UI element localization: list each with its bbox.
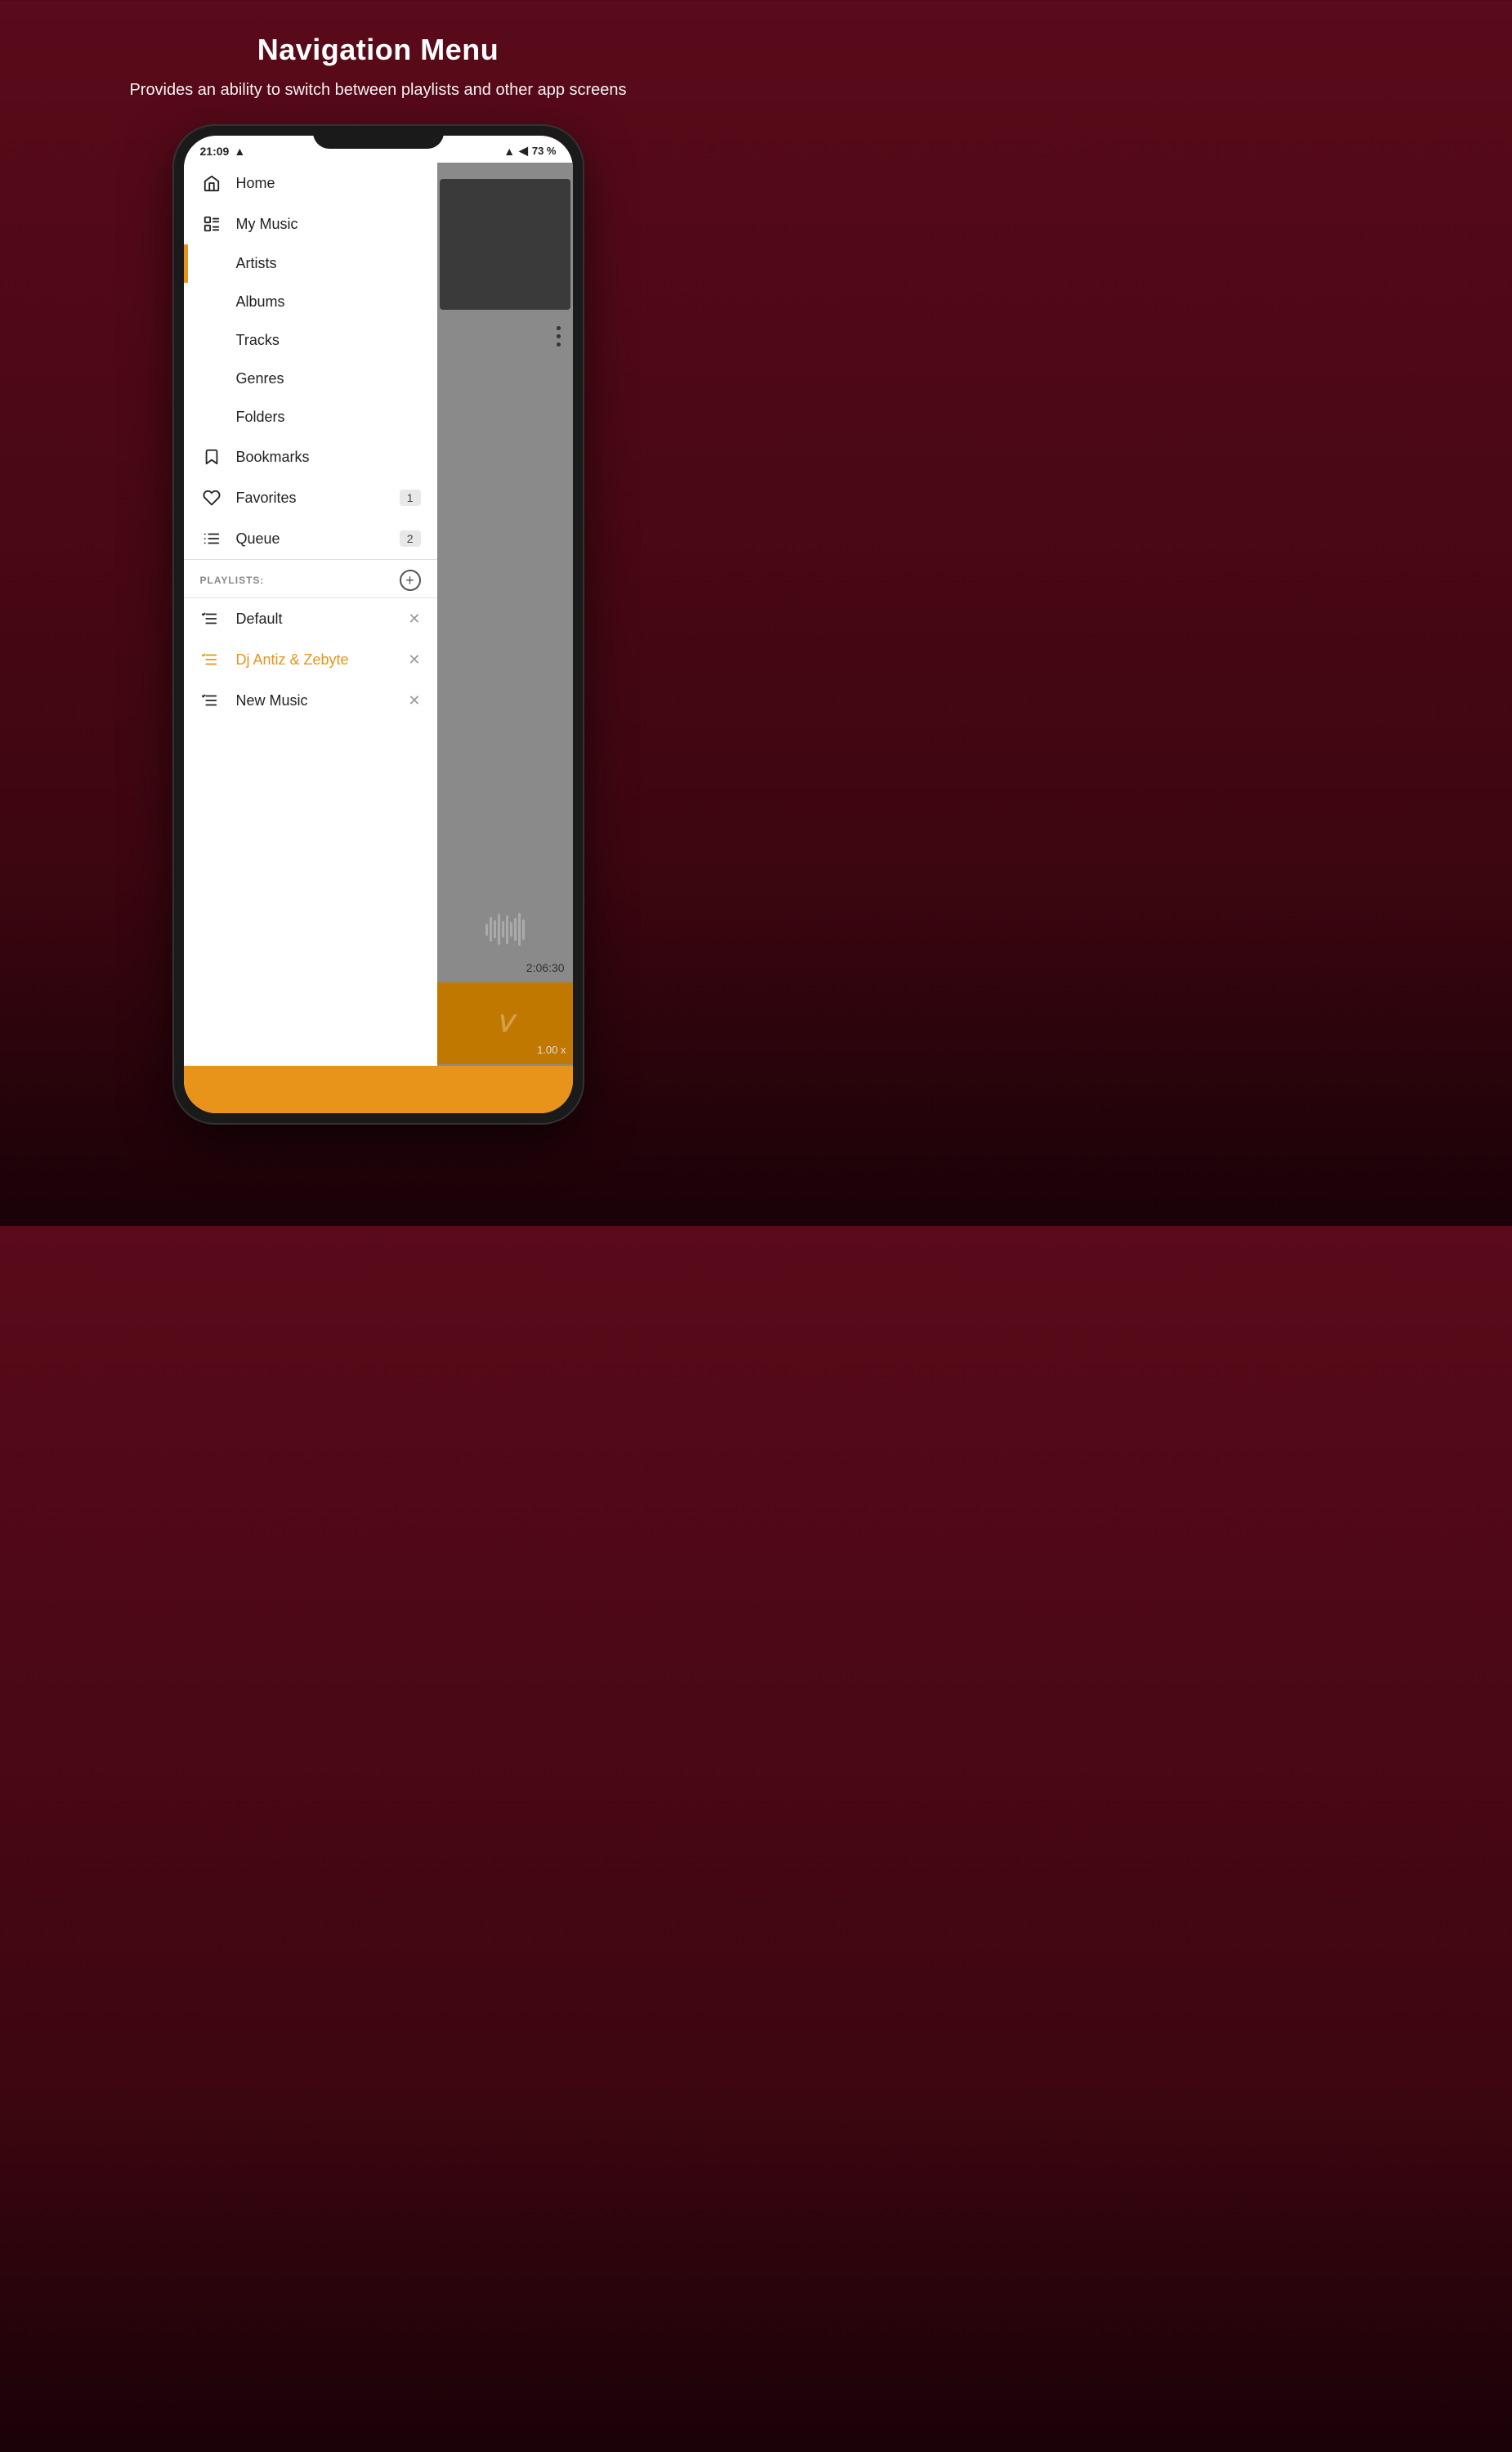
nav-item-queue[interactable]: Queue 2 xyxy=(184,518,437,559)
favorites-label: Favorites xyxy=(236,490,297,507)
waveform-bar xyxy=(518,913,521,946)
waveform-bar xyxy=(485,924,488,936)
playlist-new-music-label: New Music xyxy=(236,692,308,709)
queue-badge: 2 xyxy=(400,530,421,547)
waveform-bar xyxy=(510,922,512,937)
nav-item-home[interactable]: Home xyxy=(184,163,437,204)
phone-notch xyxy=(313,126,444,149)
playlist-dj-antiz-label: Dj Antiz & Zebyte xyxy=(236,651,349,669)
nav-item-favorites[interactable]: Favorites 1 xyxy=(184,477,437,518)
waveform xyxy=(445,909,565,950)
home-icon xyxy=(200,174,223,192)
waveform-bar xyxy=(498,914,500,945)
page-title: Navigation Menu xyxy=(129,33,626,67)
albums-label: Albums xyxy=(236,293,285,311)
phone-frame: 21:09 ▲ ▲ ◀ 73 % xyxy=(174,126,583,1123)
time-display: 2:06:30 xyxy=(526,961,565,974)
nav-sub-item-albums[interactable]: Albums xyxy=(184,283,437,321)
playlist-item-dj-antiz[interactable]: Dj Antiz & Zebyte ✕ xyxy=(184,639,437,680)
playlist-icon-dj-antiz xyxy=(200,651,223,669)
battery-level: 73 % xyxy=(532,145,557,157)
nav-sub-item-artists[interactable]: Artists xyxy=(184,244,437,283)
waveform-bar xyxy=(514,918,517,941)
waveform-bar xyxy=(494,920,496,938)
nav-item-bookmarks[interactable]: Bookmarks xyxy=(184,436,437,477)
music-library-icon xyxy=(200,215,223,233)
nav-item-my-music[interactable]: My Music xyxy=(184,204,437,244)
favorites-badge: 1 xyxy=(400,490,421,506)
close-default-playlist-button[interactable]: ✕ xyxy=(408,611,420,628)
dot3 xyxy=(557,342,561,347)
add-playlist-button[interactable]: + xyxy=(400,570,421,591)
spacer xyxy=(184,721,437,1068)
playlists-label: PLAYLISTS: xyxy=(200,575,265,586)
folders-label: Folders xyxy=(236,409,285,426)
active-indicator xyxy=(184,244,188,283)
queue-icon xyxy=(200,530,223,548)
nav-sub-item-tracks[interactable]: Tracks xyxy=(184,321,437,360)
waveform-bar xyxy=(502,921,504,937)
dot1 xyxy=(557,326,561,330)
playlist-item-new-music[interactable]: New Music ✕ xyxy=(184,680,437,721)
more-options-button[interactable] xyxy=(557,326,561,347)
phone-screen: 21:09 ▲ ▲ ◀ 73 % xyxy=(184,136,573,1113)
album-art xyxy=(440,179,570,310)
waveform-bar xyxy=(490,917,492,942)
screen-content: Home My Music xyxy=(184,163,573,1113)
wifi-icon: ▲ xyxy=(503,145,515,158)
home-label: Home xyxy=(236,175,275,192)
add-icon: + xyxy=(405,572,414,589)
nav-drawer: Home My Music xyxy=(184,163,437,1113)
app-background: 2:06:30 Ⅴ 1.00 x xyxy=(437,163,573,1113)
status-right: ▲ ◀ 73 % xyxy=(503,144,556,158)
nav-sub-item-genres[interactable]: Genres xyxy=(184,360,437,398)
android-icon: ▲ xyxy=(234,145,245,158)
page-header: Navigation Menu Provides an ability to s… xyxy=(80,0,675,126)
my-music-label: My Music xyxy=(236,216,298,233)
signal-icon: ◀ xyxy=(519,144,528,158)
tracks-label: Tracks xyxy=(236,332,280,349)
play-icon: Ⅴ xyxy=(497,1010,512,1037)
close-dj-antiz-playlist-button[interactable]: ✕ xyxy=(408,651,420,669)
playlist-default-label: Default xyxy=(236,611,283,628)
playlist-item-default[interactable]: Default ✕ xyxy=(184,598,437,639)
genres-label: Genres xyxy=(236,370,284,387)
status-time: 21:09 xyxy=(200,145,230,158)
close-new-music-playlist-button[interactable]: ✕ xyxy=(408,692,420,709)
playlists-header: PLAYLISTS: + xyxy=(184,559,437,598)
waveform-bar xyxy=(506,915,508,944)
page-subtitle: Provides an ability to switch between pl… xyxy=(129,78,626,101)
nav-sub-item-folders[interactable]: Folders xyxy=(184,398,437,436)
bookmarks-label: Bookmarks xyxy=(236,449,310,466)
bottom-nav-bar[interactable] xyxy=(184,1066,573,1113)
status-left: 21:09 ▲ xyxy=(200,145,246,158)
waveform-bar xyxy=(522,920,525,940)
playlist-icon-new-music xyxy=(200,691,223,709)
heart-icon xyxy=(200,489,223,507)
speed-label: 1.00 x xyxy=(537,1044,566,1056)
playlist-icon-default xyxy=(200,610,223,628)
queue-label: Queue xyxy=(236,530,280,548)
artists-label: Artists xyxy=(236,255,277,272)
bookmark-icon xyxy=(200,448,223,466)
dot2 xyxy=(557,334,561,338)
